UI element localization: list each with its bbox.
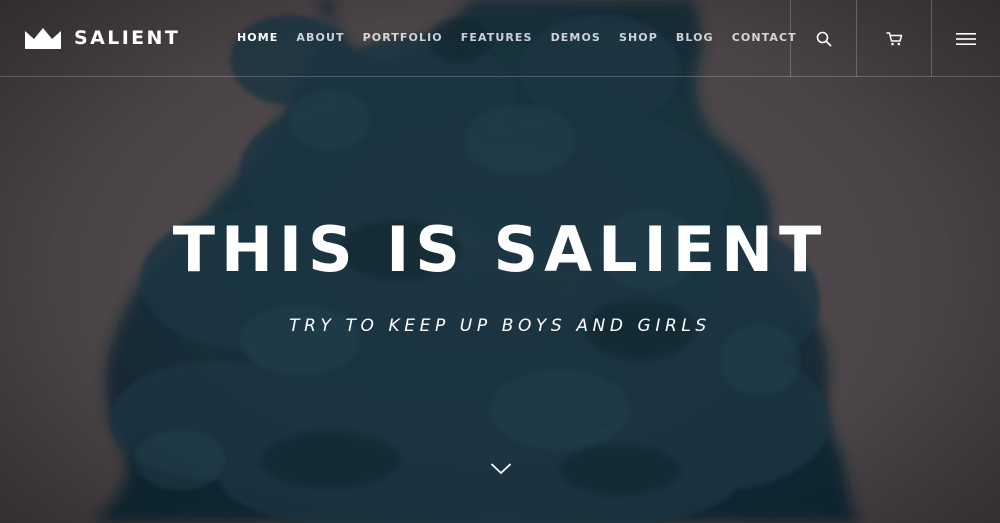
site-header: SALIENT HOME ABOUT PORTFOLIO FEATURES DE… <box>0 0 1000 77</box>
nav-item-home[interactable]: HOME <box>237 31 278 45</box>
hero-title: THIS IS SALIENT <box>172 213 828 286</box>
nav-item-about[interactable]: ABOUT <box>296 31 344 45</box>
nav-item-shop[interactable]: SHOP <box>619 31 658 45</box>
brand-name: SALIENT <box>74 27 181 49</box>
main-navigation: HOME ABOUT PORTFOLIO FEATURES DEMOS SHOP… <box>237 31 797 45</box>
search-button[interactable] <box>790 0 857 77</box>
hamburger-menu-icon <box>956 32 976 45</box>
nav-item-portfolio[interactable]: PORTFOLIO <box>363 31 443 45</box>
chevron-down-icon <box>491 463 511 474</box>
hero-section: SALIENT HOME ABOUT PORTFOLIO FEATURES DE… <box>0 0 1000 523</box>
search-icon <box>816 31 832 46</box>
menu-button[interactable] <box>931 0 1000 77</box>
cart-icon <box>886 32 903 46</box>
nav-item-demos[interactable]: DEMOS <box>551 31 601 45</box>
cart-button[interactable] <box>856 0 932 77</box>
scroll-down-button[interactable] <box>485 454 517 484</box>
hero-subtitle: TRY TO KEEP UP BOYS AND GIRLS <box>289 316 711 336</box>
nav-item-blog[interactable]: BLOG <box>676 31 714 45</box>
nav-item-features[interactable]: FEATURES <box>461 31 533 45</box>
crown-icon <box>25 28 61 49</box>
site-logo[interactable]: SALIENT <box>25 27 180 49</box>
nav-item-contact[interactable]: CONTACT <box>732 31 797 45</box>
